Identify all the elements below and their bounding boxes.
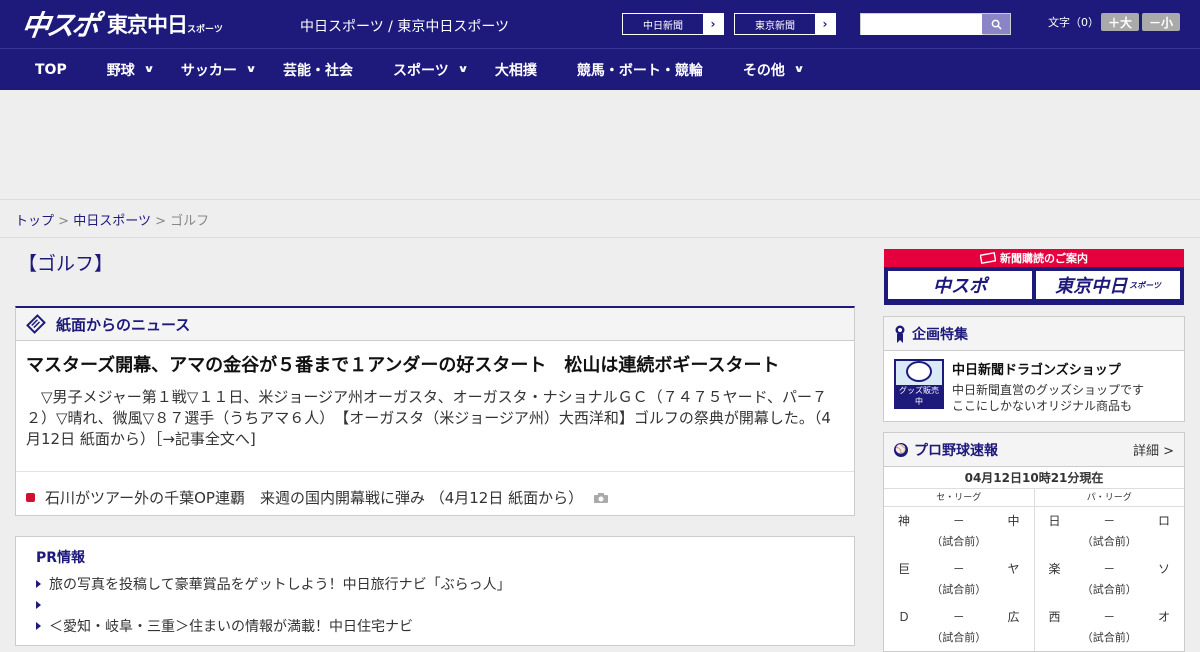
ticket-icon	[980, 252, 996, 264]
scores-panel: ⚾ プロ野球速報 詳細 > 04月12日10時21分現在 セ・リーグ 神－中 （…	[883, 432, 1185, 652]
main-nav: TOP 野球 ∨ サッカー ∨ 芸能・社会 スポーツ ∨ 大相撲 競馬・ボート・競輪 …	[0, 48, 1200, 90]
chevron-right-icon: ›	[703, 14, 723, 34]
chuspo-subscribe-link[interactable]: 中スポ	[888, 271, 1032, 299]
search-icon	[991, 19, 1002, 30]
feature-header: 企画特集	[884, 317, 1184, 351]
related-news-item[interactable]: 石川がツアー外の千葉OP連覇 来週の国内開幕戦に弾み （4月12日 紙面から）	[16, 471, 854, 508]
scores-timestamp: 04月12日10時21分現在	[884, 467, 1184, 489]
search-box	[860, 13, 1011, 35]
pr-item[interactable]: ＜愛知・岐阜・三重＞住まいの情報が満載！中日住宅ナビ	[36, 618, 834, 635]
camera-icon	[594, 492, 609, 503]
nav-item-sumo[interactable]: 大相撲	[495, 60, 537, 80]
breadcrumb-current: ゴルフ	[170, 214, 210, 229]
chevron-right-icon: ›	[815, 14, 835, 34]
game-item[interactable]: 巨－ヤ （試合前）	[884, 555, 1034, 603]
bullet-icon	[26, 493, 35, 502]
font-larger-button[interactable]: ＋大	[1101, 13, 1139, 31]
news-headline[interactable]: マスターズ開幕、アマの金谷が５番まで１アンダーの好スタート 松山は連続ボギースタ…	[16, 341, 854, 377]
league-row: セ・リーグ 神－中 （試合前） 巨－ヤ （試合前） Ｄ －広 （試合前） パ・リー…	[884, 489, 1184, 651]
breadcrumb-home[interactable]: トップ	[15, 214, 54, 229]
feature-desc: 中日新聞直営のグッズショップです ここにしかないオリジナル商品も	[952, 383, 1145, 413]
ad-space	[0, 90, 1200, 200]
mascot-icon	[906, 361, 932, 382]
chevron-down-icon: ∨	[143, 64, 155, 75]
pacific-league: パ・リーグ 日－ロ （試合前） 楽－ソ （試合前） 西－オ （試合前）	[1034, 489, 1185, 651]
scores-header: ⚾ プロ野球速報 詳細 >	[884, 433, 1184, 467]
chevron-down-icon: ∨	[457, 64, 469, 75]
chevron-down-icon: ∨	[793, 64, 805, 75]
font-size-label: 文字（0）	[1048, 16, 1099, 29]
nav-item-top[interactable]: TOP	[35, 62, 67, 78]
feature-text: 中日新聞ドラゴンズショップ 中日新聞直営のグッズショップです ここにしかないオリ…	[952, 359, 1144, 414]
related-news-link[interactable]: 石川がツアー外の千葉OP連覇 来週の国内開幕戦に弾み （4月12日 紙面から）	[45, 487, 583, 508]
tokyo-shimbun-link[interactable]: 東京新聞 ›	[734, 13, 836, 35]
subscription-logos: 中スポ 東京中日 スポーツ	[884, 267, 1184, 303]
chevron-down-icon: ∨	[245, 64, 257, 75]
subscription-banner[interactable]: 新聞購読のご案内 中スポ 東京中日 スポーツ	[884, 249, 1184, 305]
search-button[interactable]	[982, 14, 1010, 34]
ribbon-icon	[895, 325, 905, 343]
triangle-bullet-icon	[36, 579, 41, 588]
search-input[interactable]	[861, 14, 983, 35]
central-league: セ・リーグ 神－中 （試合前） 巨－ヤ （試合前） Ｄ －広 （試合前）	[884, 489, 1035, 651]
news-section-header: 紙面からのニュース	[16, 308, 854, 341]
breadcrumb-section[interactable]: 中日スポーツ	[73, 214, 151, 229]
feature-item[interactable]: グッズ販売中 中日新聞ドラゴンズショップ 中日新聞直営のグッズショップです ここ…	[884, 351, 1184, 422]
tokyo-chunichi-subscribe-link[interactable]: 東京中日 スポーツ	[1036, 271, 1180, 299]
game-item[interactable]: 西－オ （試合前）	[1035, 603, 1185, 651]
subscription-title: 新聞購読のご案内	[884, 249, 1184, 267]
feature-title[interactable]: 中日新聞ドラゴンズショップ	[952, 359, 1144, 378]
font-smaller-button[interactable]: －小	[1142, 13, 1180, 31]
game-item[interactable]: 日－ロ （試合前）	[1035, 507, 1185, 555]
pr-title: PR情報	[36, 550, 86, 566]
nav-item-soccer[interactable]: サッカー ∨	[181, 60, 257, 80]
game-item[interactable]: 神－中 （試合前）	[884, 507, 1034, 555]
site-title: 中日スポーツ / 東京中日スポーツ	[300, 19, 510, 35]
nav-item-entertainment[interactable]: 芸能・社会	[283, 60, 353, 80]
pr-item[interactable]	[36, 597, 834, 612]
page-title: 【ゴルフ】	[18, 253, 114, 275]
scores-detail-link[interactable]: 詳細 >	[1133, 440, 1174, 459]
dragons-shop-image[interactable]: グッズ販売中	[894, 359, 944, 409]
nav-item-sports[interactable]: スポーツ ∨	[393, 60, 469, 80]
newspaper-icon	[26, 314, 46, 334]
news-body[interactable]: ▽男子メジャー第１戦▽１１日、米ジョージア州オーガスタ、オーガスタ・ナショナルＧ…	[16, 377, 854, 450]
tokyo-chunichi-logo[interactable]: 東京中日スポーツ	[107, 9, 223, 39]
nav-item-other[interactable]: その他 ∨	[743, 60, 805, 80]
site-header: 中スポ 東京中日スポーツ 中日スポーツ / 東京中日スポーツ 中日新聞 › 東京…	[0, 0, 1200, 48]
game-item[interactable]: 楽－ソ （試合前）	[1035, 555, 1185, 603]
pr-item[interactable]: 旅の写真を投稿して豪華賞品をゲットしよう！中日旅行ナビ「ぶらっ人」	[36, 576, 834, 593]
nav-item-racing[interactable]: 競馬・ボート・競輪	[577, 60, 703, 80]
breadcrumb: トップ > 中日スポーツ > ゴルフ	[0, 200, 1200, 238]
game-item[interactable]: Ｄ －広 （試合前）	[884, 603, 1034, 651]
feature-panel: 企画特集 グッズ販売中 中日新聞ドラゴンズショップ 中日新聞直営のグッズショップ…	[883, 316, 1185, 422]
triangle-bullet-icon	[36, 600, 41, 609]
site-logo[interactable]: 中スポ 東京中日スポーツ	[19, 4, 223, 44]
triangle-bullet-icon	[36, 621, 41, 630]
nav-item-baseball[interactable]: 野球 ∨	[107, 60, 155, 80]
baseball-icon: ⚾	[894, 442, 908, 457]
news-panel: 紙面からのニュース マスターズ開幕、アマの金谷が５番まで１アンダーの好スタート …	[15, 306, 855, 516]
chuspo-logo[interactable]: 中スポ	[19, 4, 100, 44]
chunichi-shimbun-link[interactable]: 中日新聞 ›	[622, 13, 724, 35]
